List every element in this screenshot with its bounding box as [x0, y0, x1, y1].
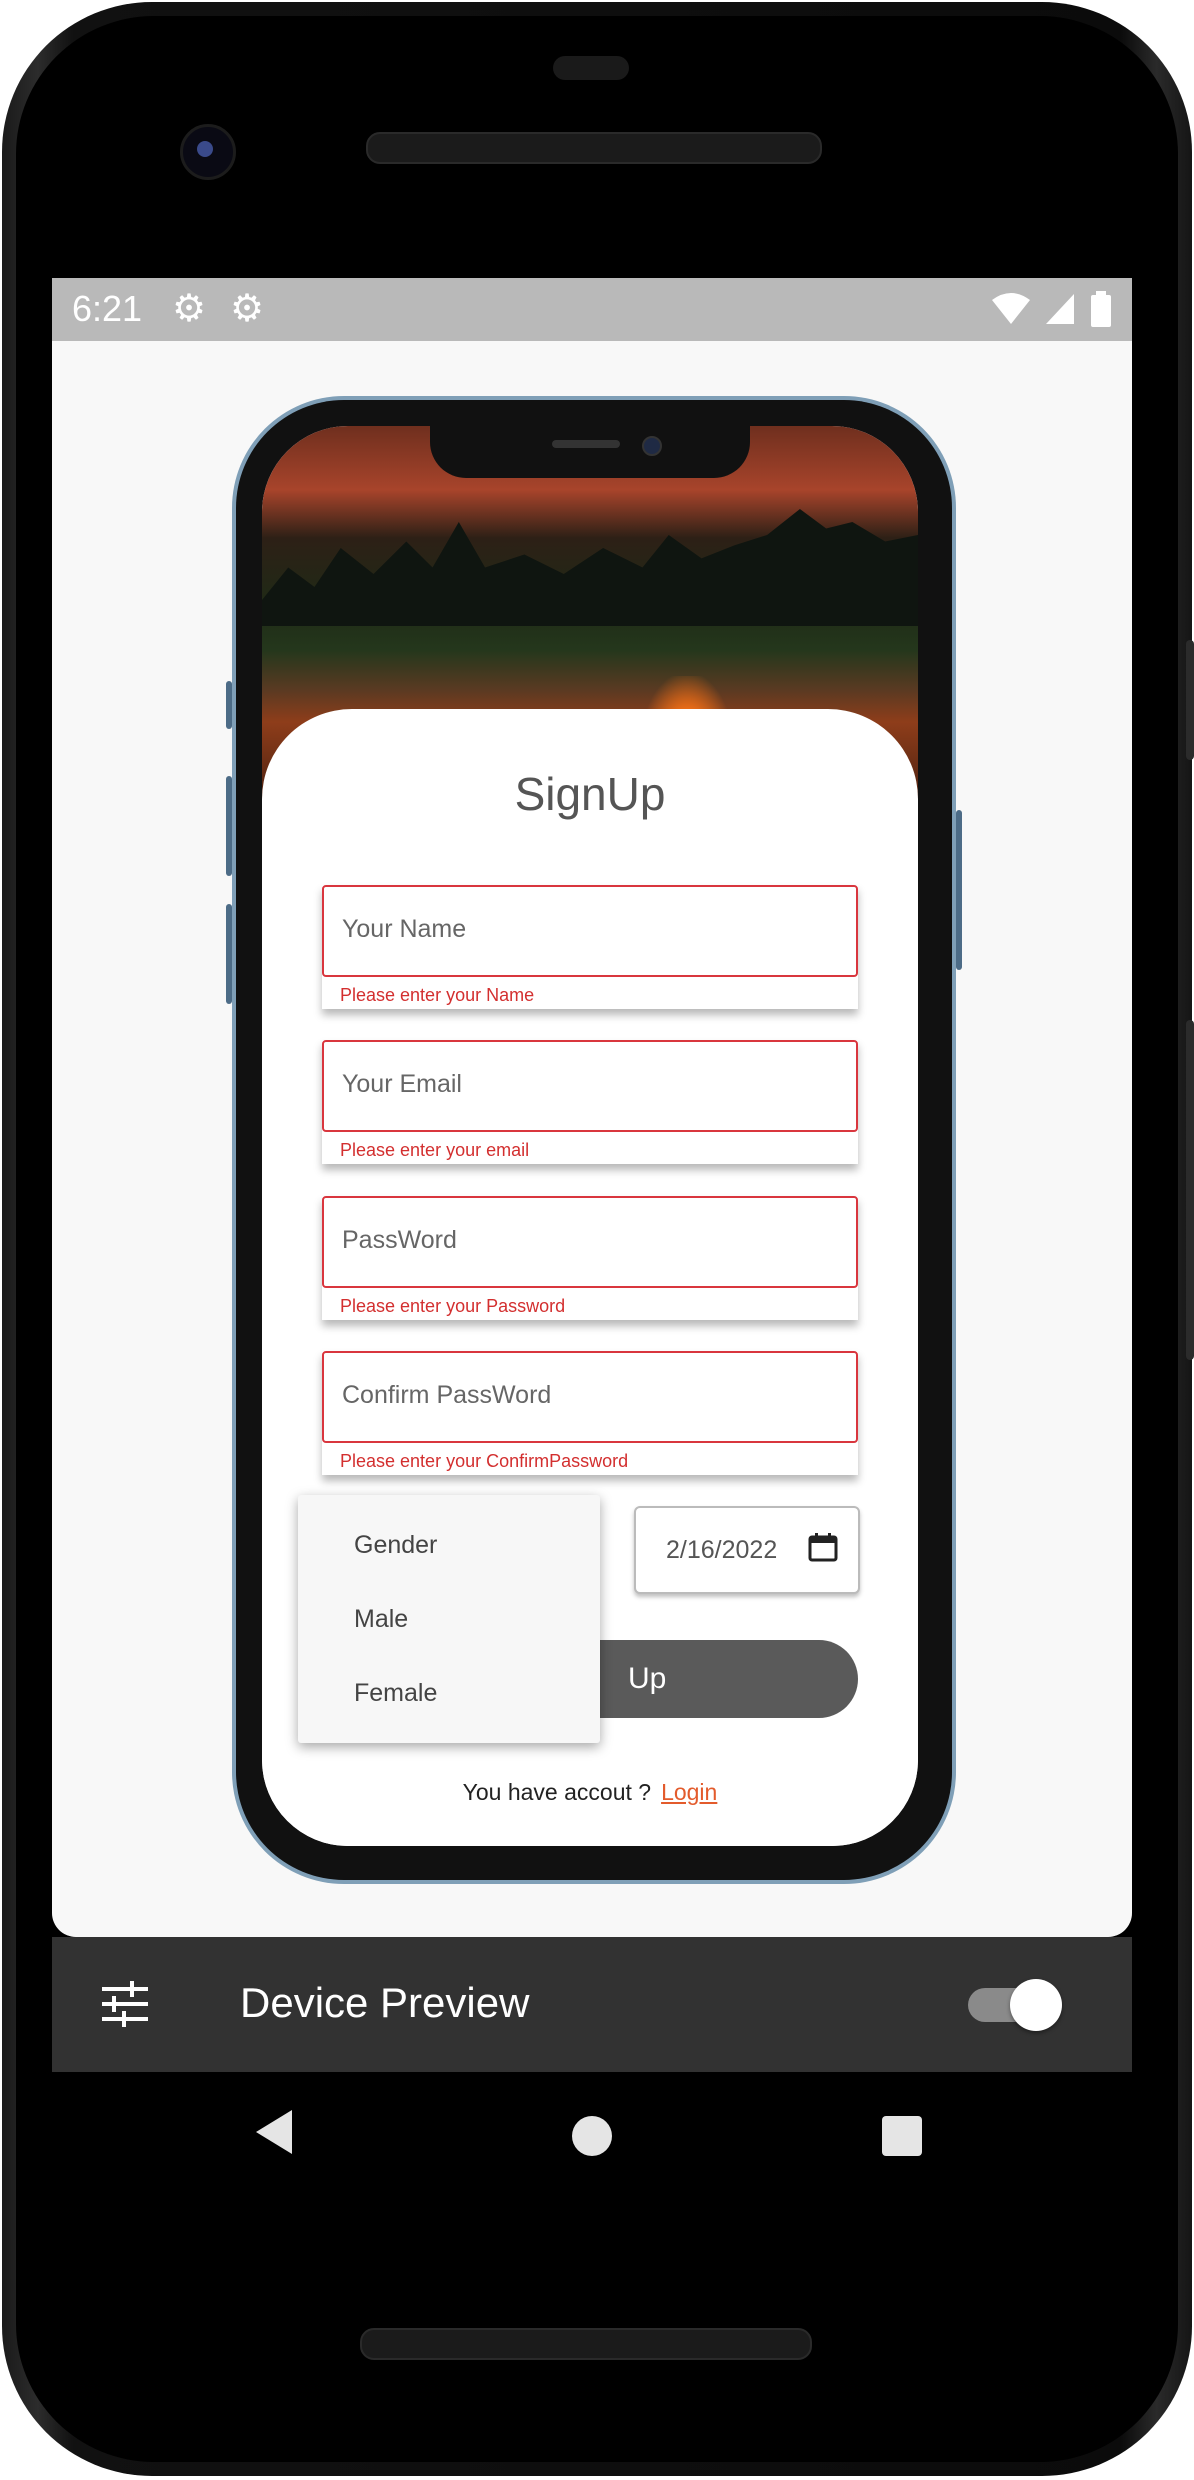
nav-home-icon[interactable] [572, 2116, 612, 2156]
name-error: Please enter your Name [340, 985, 535, 1005]
confirm-password-placeholder: Confirm PassWord [342, 1381, 552, 1409]
name-placeholder: Your Name [342, 915, 467, 943]
calendar-icon[interactable] [808, 1532, 838, 1562]
iphone-notch [430, 426, 750, 478]
password-input[interactable]: PassWord [322, 1196, 858, 1288]
name-input[interactable]: Your Name [322, 885, 858, 977]
date-value: 2/16/2022 [666, 1536, 778, 1564]
confirm-password-input[interactable]: Confirm PassWord [322, 1351, 858, 1443]
status-bar: 6:21 ⚙ ⚙ [52, 278, 1132, 341]
confirm-password-error: Please enter your ConfirmPassword [340, 1451, 629, 1471]
status-time: 6:21 [72, 288, 143, 329]
front-camera [180, 124, 236, 180]
gear-icon: ⚙ [230, 288, 265, 330]
top-speaker-grille [366, 132, 822, 164]
gender-option-female[interactable]: Female [354, 1679, 437, 1708]
iphone-side-button [226, 776, 232, 876]
device-preview-toolbar: Device Preview [52, 1937, 1132, 2072]
status-icons [992, 290, 1112, 328]
password-placeholder: PassWord [342, 1226, 457, 1254]
app-preview-area: SignUp Your Name Please enter your Name … [52, 341, 1132, 1937]
gear-icon: ⚙ [172, 288, 207, 330]
gender-dropdown-menu: Gender Male Female [298, 1495, 600, 1743]
page-title: SignUp [514, 768, 666, 820]
email-placeholder: Your Email [342, 1070, 462, 1098]
device-screen: 6:21 ⚙ ⚙ SignUp Your Name Please enter y… [52, 278, 1132, 2072]
login-row: You have accout ? Login [262, 1779, 918, 1806]
iphone-side-button [226, 904, 232, 1004]
tree-silhouette [262, 509, 918, 626]
iphone-mockup: SignUp Your Name Please enter your Name … [226, 396, 962, 1884]
power-button [1186, 640, 1194, 760]
email-input[interactable]: Your Email [322, 1040, 858, 1132]
iphone-side-button [226, 681, 232, 729]
password-field-group: PassWord Please enter your Password [322, 1196, 858, 1320]
tune-settings-icon[interactable] [100, 1979, 150, 2029]
wifi-icon [992, 293, 1030, 324]
password-error: Please enter your Password [340, 1296, 566, 1316]
gender-option-gender[interactable]: Gender [354, 1531, 437, 1560]
volume-button [1186, 1020, 1194, 1360]
device-preview-title: Device Preview [240, 1979, 530, 2026]
confirm-password-field-group: Confirm PassWord Please enter your Confi… [322, 1351, 858, 1475]
bottom-speaker-grille [360, 2328, 812, 2360]
signup-form-card: SignUp Your Name Please enter your Name … [262, 709, 918, 1846]
gender-option-male[interactable]: Male [354, 1605, 408, 1634]
top-sensor [553, 56, 629, 80]
login-link[interactable]: Login [661, 1779, 717, 1805]
name-field-group: Your Name Please enter your Name [322, 885, 858, 1009]
notch-camera [642, 436, 662, 456]
login-prompt: You have accout ? [462, 1779, 652, 1805]
nav-recents-icon[interactable] [882, 2116, 922, 2156]
notch-speaker [552, 440, 620, 448]
nav-back-icon[interactable] [256, 2110, 292, 2154]
date-picker-field[interactable]: 2/16/2022 [634, 1506, 860, 1594]
signal-icon [1046, 294, 1074, 324]
toggle-thumb[interactable] [1010, 1979, 1062, 2031]
email-field-group: Your Email Please enter your email [322, 1040, 858, 1164]
email-error: Please enter your email [340, 1140, 530, 1160]
iphone-side-button [956, 810, 962, 970]
iphone-screen: SignUp Your Name Please enter your Name … [262, 426, 918, 1846]
signup-button-label: Up [628, 1662, 667, 1695]
battery-icon [1091, 291, 1111, 327]
